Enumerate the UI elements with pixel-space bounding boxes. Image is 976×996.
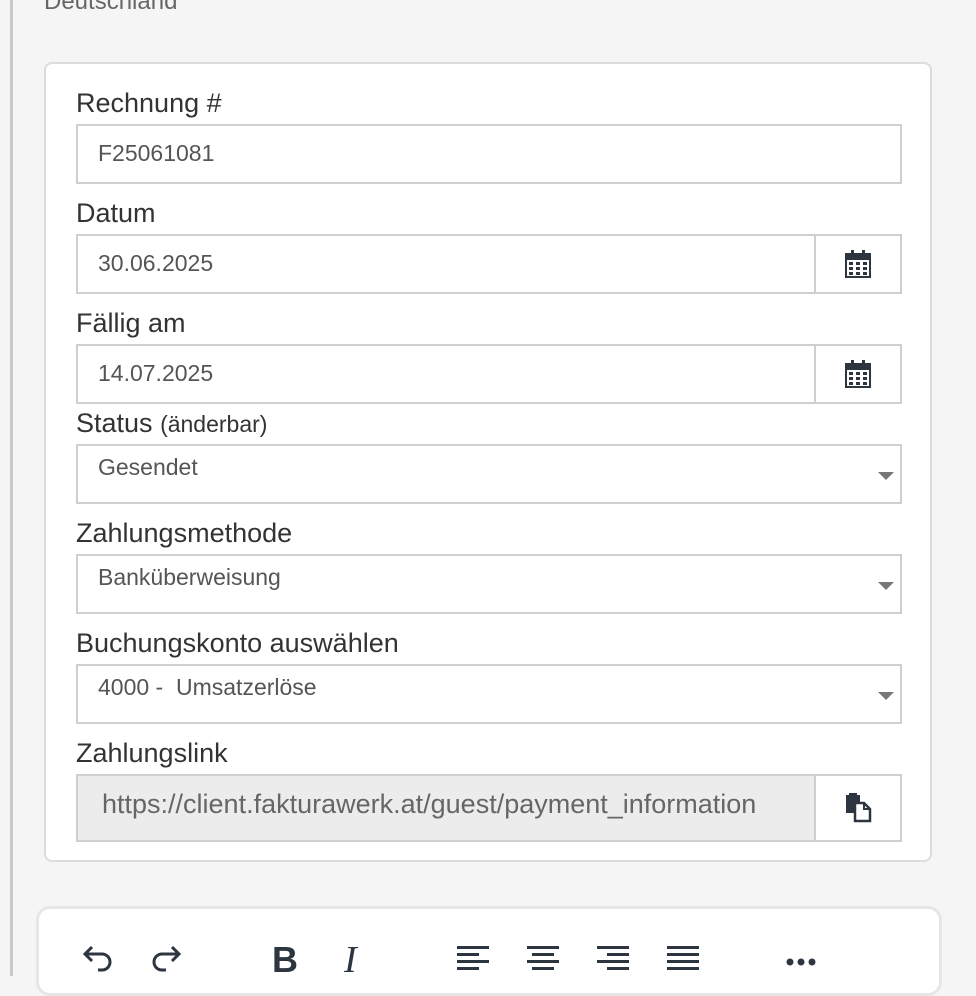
- due-date-value: 14.07.2025: [98, 360, 214, 386]
- invoice-number-label: Rechnung #: [76, 88, 222, 118]
- booking-account-label: Buchungskonto auswählen: [76, 628, 399, 658]
- status-label-hint: (änderbar): [160, 411, 268, 437]
- date-label: Datum: [76, 198, 156, 228]
- date-input[interactable]: 30.06.2025: [76, 234, 902, 294]
- date-picker-button[interactable]: [814, 236, 900, 292]
- align-center-icon: [527, 946, 559, 970]
- bold-button[interactable]: B: [265, 937, 305, 977]
- due-date-input[interactable]: 14.07.2025: [76, 344, 902, 404]
- status-label: Status (änderbar): [76, 408, 267, 439]
- undo-icon: [82, 945, 112, 972]
- invoice-number-value: F25061081: [98, 140, 215, 166]
- booking-account-value: 4000 - Umsatzerlöse: [98, 674, 317, 700]
- invoice-details-panel: Rechnung # F25061081 Datum 30.06.2025 Fä…: [44, 62, 932, 862]
- payment-method-select[interactable]: Banküberweisung: [76, 554, 902, 614]
- align-justify-button[interactable]: [663, 937, 703, 977]
- address-country: Deutschland: [44, 0, 178, 15]
- chevron-down-icon: [878, 582, 894, 590]
- redo-button[interactable]: [147, 937, 187, 977]
- italic-icon: I: [343, 940, 359, 974]
- svg-text:I: I: [343, 940, 359, 974]
- payment-link-value: https://client.fakturawerk.at/guest/paym…: [102, 789, 757, 819]
- redo-icon: [152, 945, 182, 972]
- bold-icon: B: [272, 940, 298, 974]
- more-icon: [786, 958, 816, 966]
- more-button[interactable]: [781, 937, 821, 977]
- rich-text-editor: B I: [36, 906, 942, 996]
- undo-button[interactable]: [77, 937, 117, 977]
- align-justify-icon: [667, 946, 699, 970]
- status-value: Gesendet: [98, 454, 198, 480]
- svg-text:B: B: [272, 940, 298, 974]
- align-left-icon: [457, 946, 489, 970]
- copy-icon: [846, 793, 872, 823]
- left-border: [10, 0, 13, 976]
- date-value: 30.06.2025: [98, 250, 214, 276]
- payment-link-label: Zahlungslink: [76, 738, 228, 768]
- align-right-button[interactable]: [593, 937, 633, 977]
- payment-method-value: Banküberweisung: [98, 564, 281, 590]
- due-date-picker-button[interactable]: [814, 346, 900, 402]
- calendar-icon: [845, 360, 871, 388]
- align-center-button[interactable]: [523, 937, 563, 977]
- payment-link-input[interactable]: https://client.fakturawerk.at/guest/paym…: [76, 774, 902, 842]
- status-label-text: Status: [76, 408, 153, 438]
- calendar-icon: [845, 250, 871, 278]
- status-select[interactable]: Gesendet: [76, 444, 902, 504]
- payment-method-label: Zahlungsmethode: [76, 518, 293, 548]
- due-date-label: Fällig am: [76, 308, 186, 338]
- copy-link-button[interactable]: [814, 776, 900, 840]
- align-left-button[interactable]: [453, 937, 493, 977]
- italic-button[interactable]: I: [335, 937, 375, 977]
- chevron-down-icon: [878, 692, 894, 700]
- invoice-number-input[interactable]: F25061081: [76, 124, 902, 184]
- booking-account-select[interactable]: 4000 - Umsatzerlöse: [76, 664, 902, 724]
- align-right-icon: [597, 946, 629, 970]
- chevron-down-icon: [878, 472, 894, 480]
